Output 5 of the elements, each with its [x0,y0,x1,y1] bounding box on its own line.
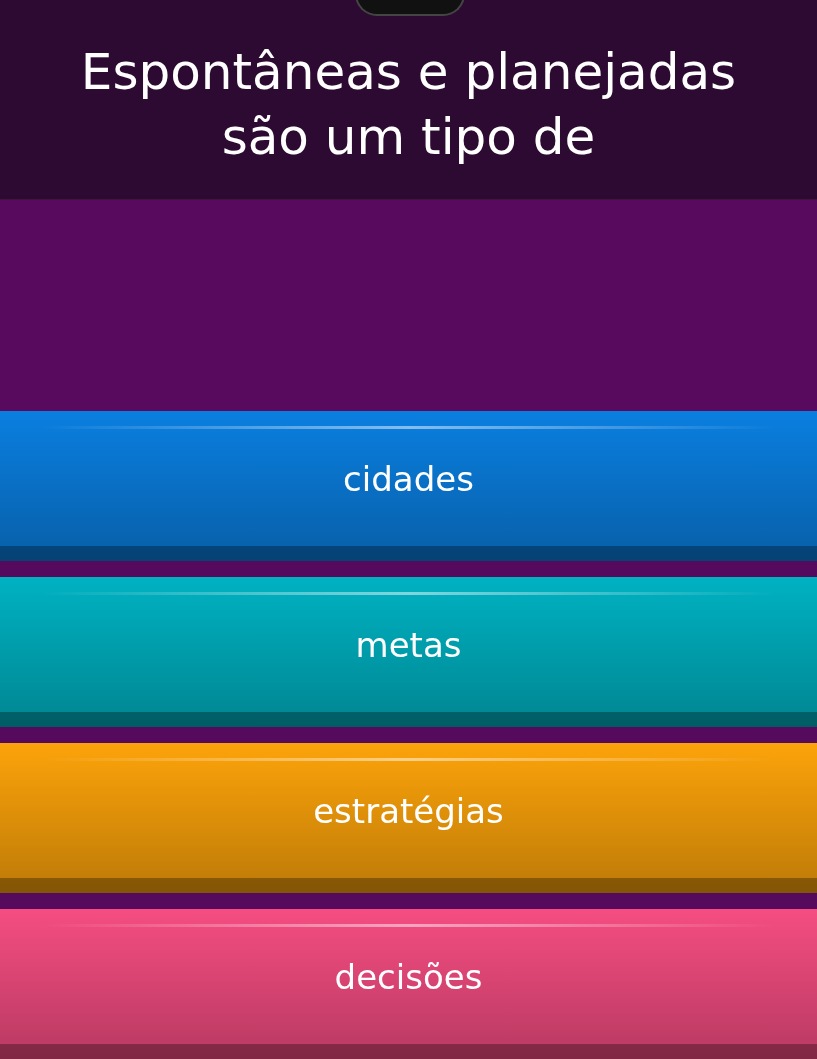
question-text: Espontâneas e planejadas são um tipo de [79,41,738,168]
answer-option[interactable]: metas [0,577,817,727]
answer-option[interactable]: cidades [0,411,817,561]
answer-option[interactable]: decisões [0,909,817,1059]
answer-option[interactable]: estratégias [0,743,817,893]
